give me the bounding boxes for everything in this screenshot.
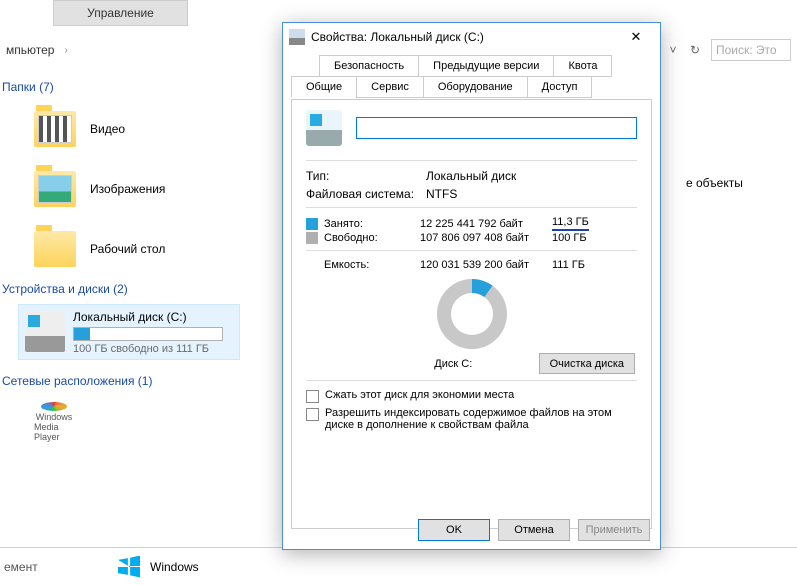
index-label: Разрешить индексировать содержимое файло… bbox=[325, 407, 637, 431]
refresh-icon[interactable]: ↻ bbox=[687, 42, 703, 58]
properties-dialog: Свойства: Локальный диск (C:) ✕ Безопасн… bbox=[282, 22, 661, 550]
legend-free-icon bbox=[306, 232, 318, 244]
fs-value: NTFS bbox=[426, 187, 637, 201]
capacity-bytes: 120 031 539 200 байт bbox=[420, 259, 552, 271]
folder-icon bbox=[34, 111, 76, 147]
index-checkbox[interactable] bbox=[306, 408, 319, 421]
ribbon-tab-manage[interactable]: Управление bbox=[53, 0, 188, 26]
dialog-buttons: OK Отмена Применить bbox=[418, 519, 650, 541]
compress-label: Сжать этот диск для экономии места bbox=[325, 389, 514, 401]
donut-label: Диск C: bbox=[368, 358, 539, 370]
history-dropdown-icon[interactable]: ˅ bbox=[665, 42, 681, 58]
wmp-icon: Windows Media Player bbox=[34, 402, 74, 442]
usage-donut-chart bbox=[437, 279, 507, 349]
cancel-button[interactable]: Отмена bbox=[498, 519, 570, 541]
disk-texts: Локальный диск (C:) 100 ГБ свободно из 1… bbox=[73, 310, 233, 355]
used-bytes: 12 225 441 792 байт bbox=[420, 218, 552, 230]
type-label: Тип: bbox=[306, 169, 426, 183]
used-label: Занято: bbox=[324, 218, 420, 230]
free-label: Свободно: bbox=[324, 232, 420, 244]
dialog-title: Свойства: Локальный диск (C:) bbox=[311, 30, 618, 44]
ok-button[interactable]: OK bbox=[418, 519, 490, 541]
search-input[interactable]: Поиск: Это bbox=[711, 39, 791, 61]
disk-usage-bar bbox=[73, 327, 223, 341]
disk-item-c[interactable]: Локальный диск (C:) 100 ГБ свободно из 1… bbox=[18, 304, 240, 360]
chevron-right-icon[interactable]: › bbox=[64, 45, 67, 56]
status-text: емент bbox=[4, 560, 104, 574]
tab-panel-general: Тип:Локальный диск Файловая система:NTFS… bbox=[291, 99, 652, 529]
tab-hardware[interactable]: Оборудование bbox=[423, 76, 528, 98]
disk-icon bbox=[25, 312, 65, 352]
free-bytes: 107 806 097 408 байт bbox=[420, 232, 552, 244]
apply-button[interactable]: Применить bbox=[578, 519, 650, 541]
tab-sharing[interactable]: Доступ bbox=[527, 76, 593, 98]
capacity-label: Емкость: bbox=[324, 259, 420, 271]
tab-quota[interactable]: Квота bbox=[553, 55, 612, 77]
disk-icon bbox=[289, 29, 305, 45]
dialog-titlebar[interactable]: Свойства: Локальный диск (C:) ✕ bbox=[283, 23, 660, 51]
folder-label: Изображения bbox=[90, 182, 165, 196]
capacity-human: 111 ГБ bbox=[552, 259, 608, 271]
breadcrumb-computer[interactable]: мпьютер bbox=[0, 43, 60, 57]
disk-name-input[interactable] bbox=[356, 117, 637, 139]
tab-strip: Безопасность Предыдущие версии Квота Общ… bbox=[291, 55, 652, 99]
fs-label: Файловая система: bbox=[306, 187, 426, 201]
used-human: 11,3 ГБ bbox=[552, 216, 608, 231]
compress-checkbox[interactable] bbox=[306, 390, 319, 403]
tab-security[interactable]: Безопасность bbox=[319, 55, 419, 77]
disk-icon bbox=[306, 110, 342, 146]
type-value: Локальный диск bbox=[426, 169, 637, 183]
disk-free-text: 100 ГБ свободно из 111 ГБ bbox=[73, 343, 233, 355]
wmp-caption-1: Windows bbox=[36, 412, 73, 422]
folder-icon bbox=[34, 171, 76, 207]
wmp-caption-2: Media Player bbox=[34, 422, 74, 442]
tab-tools[interactable]: Сервис bbox=[356, 76, 424, 98]
legend-used-icon bbox=[306, 218, 318, 230]
status-bar: емент Windows bbox=[0, 547, 797, 585]
close-icon[interactable]: ✕ bbox=[618, 27, 654, 47]
folder-label: Видео bbox=[90, 122, 125, 136]
folder-icon bbox=[34, 231, 76, 267]
free-human: 100 ГБ bbox=[552, 232, 608, 244]
folder-label: Рабочий стол bbox=[90, 242, 165, 256]
disk-name: Локальный диск (C:) bbox=[73, 310, 233, 324]
windows-icon bbox=[118, 556, 140, 578]
tab-previous-versions[interactable]: Предыдущие версии bbox=[418, 55, 554, 77]
disk-cleanup-button[interactable]: Очистка диска bbox=[539, 353, 635, 374]
tab-general[interactable]: Общие bbox=[291, 76, 357, 98]
windows-label: Windows bbox=[150, 560, 199, 574]
